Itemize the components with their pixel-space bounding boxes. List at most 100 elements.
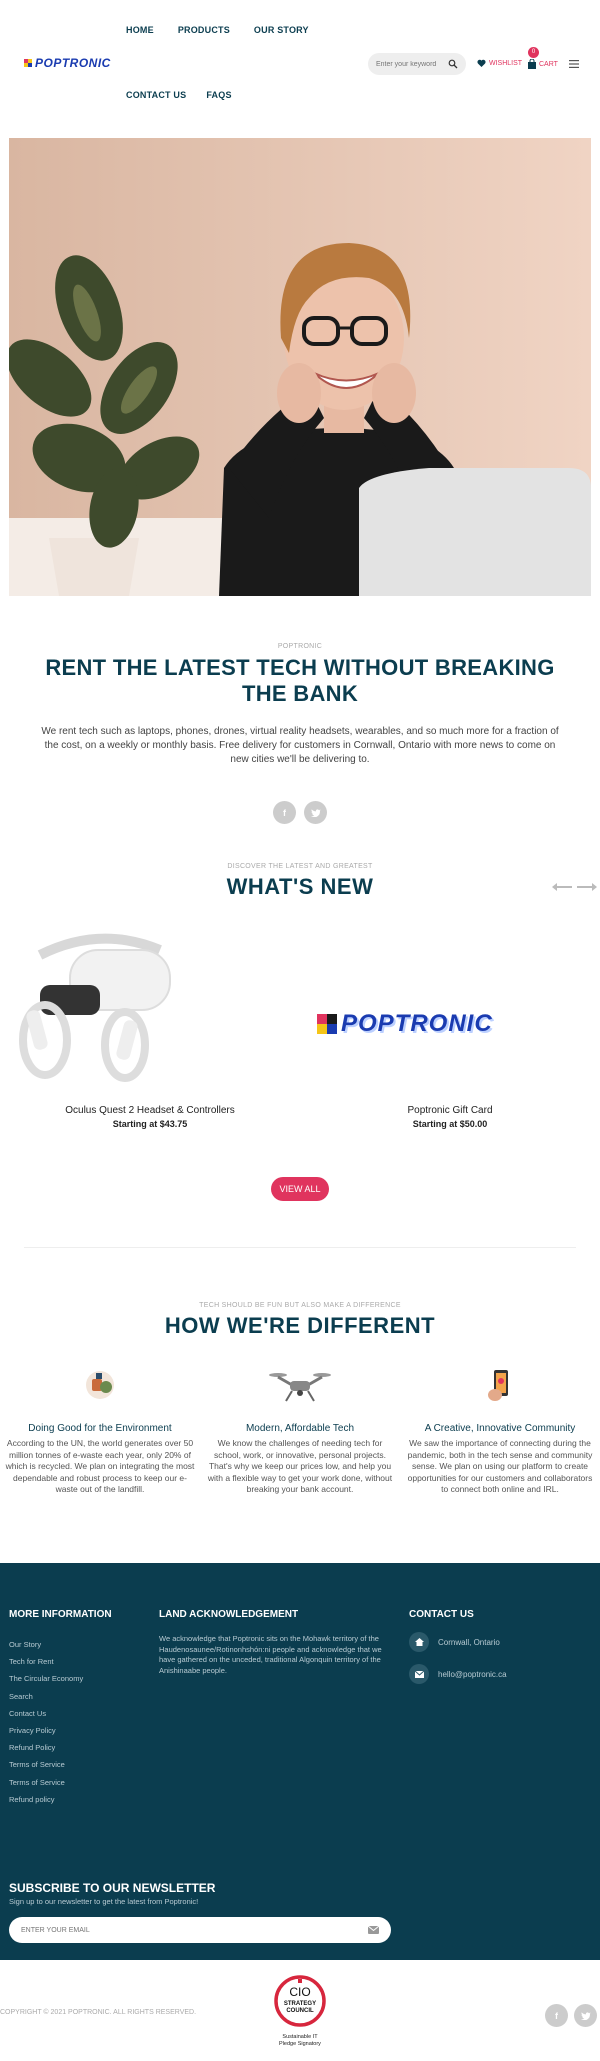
footer-col-title: MORE INFORMATION <box>9 1609 112 1620</box>
nav-faqs[interactable]: FAQS <box>206 90 231 100</box>
footer-link-tech-for-rent[interactable]: Tech for Rent <box>9 1653 112 1670</box>
newsletter-email-input[interactable] <box>21 1926 368 1934</box>
wishlist-link[interactable]: WISHLIST <box>477 59 522 67</box>
footer-link-our-story[interactable]: Our Story <box>9 1636 112 1653</box>
cio-caption-line: Sustainable IT <box>282 2034 318 2040</box>
facebook-icon[interactable]: f <box>545 2004 568 2027</box>
land-acknowledgement-text: We acknowledge that Poptronic sits on th… <box>159 1634 382 1675</box>
logo-mark-icon <box>317 1014 337 1034</box>
bottom-social-links: f <box>545 2004 597 2027</box>
nav-home[interactable]: HOME <box>126 25 154 35</box>
whats-new-section: DISCOVER THE LATEST AND GREATEST WHAT'S … <box>0 863 600 900</box>
wishlist-label: WISHLIST <box>489 59 523 67</box>
cart-label: CART <box>539 60 558 68</box>
cio-strategy-council-logo: CIO STRATEGY COUNCIL <box>274 1975 326 2027</box>
copyright-text: COPYRIGHT © 2021 POPTRONIC. ALL RIGHTS R… <box>0 2009 197 2016</box>
drone-illustration-icon <box>204 1365 396 1405</box>
newsletter-title: SUBSCRIBE TO OUR NEWSLETTER <box>9 1881 216 1895</box>
cart-link[interactable]: 0 CART <box>528 47 558 69</box>
footer-link-terms-of-service-2[interactable]: Terms of Service <box>9 1774 112 1791</box>
svg-text:STRATEGY: STRATEGY <box>284 2001 316 2007</box>
search-input[interactable] <box>376 60 446 68</box>
product-name[interactable]: Poptronic Gift Card <box>300 1105 600 1116</box>
feature-card: A Creative, Innovative Community We saw … <box>400 1365 600 1496</box>
recycle-illustration-icon <box>4 1365 196 1405</box>
cart-count-badge: 0 <box>528 47 539 58</box>
home-icon <box>409 1632 429 1652</box>
intro-section: POPTRONIC RENT THE LATEST TECH WITHOUT B… <box>0 643 600 824</box>
arrow-right-icon[interactable] <box>577 883 597 891</box>
feature-title: A Creative, Innovative Community <box>424 1423 576 1434</box>
newsletter-section: SUBSCRIBE TO OUR NEWSLETTER Sign up to o… <box>9 1881 215 1906</box>
footer-col-title: CONTACT US <box>409 1609 474 1620</box>
footer-col-title: LAND ACKNOWLEDGEMENT <box>159 1609 299 1620</box>
envelope-icon <box>409 1664 429 1684</box>
feature-text: We saw the importance of connecting duri… <box>407 1438 593 1494</box>
feature-card: Doing Good for the Environment According… <box>0 1365 200 1496</box>
nav-our-story[interactable]: OUR STORY <box>254 25 309 35</box>
page-title: RENT THE LATEST TECH WITHOUT BREAKING TH… <box>45 655 555 706</box>
section-divider <box>24 1247 576 1248</box>
intro-description: We rent tech such as laptops, phones, dr… <box>41 726 559 765</box>
product-image[interactable] <box>0 925 300 1095</box>
svg-text:CIO: CIO <box>289 1985 310 1999</box>
product-card[interactable]: POPTRONIC Poptronic Gift Card Starting a… <box>300 925 600 1129</box>
envelope-submit-icon[interactable] <box>368 1926 379 1934</box>
whats-new-title: WHAT'S NEW <box>226 874 374 899</box>
logo[interactable]: POPTRONIC <box>24 56 111 70</box>
contact-email-link[interactable]: hello@poptronic.ca <box>438 1670 507 1679</box>
cio-badge[interactable]: CIO STRATEGY COUNCIL Sustainable IT Pled… <box>269 1975 331 2048</box>
hero-photo <box>9 138 591 596</box>
feature-text: According to the UN, the world generates… <box>5 1438 195 1494</box>
vr-headset-image <box>19 933 171 1082</box>
product-card[interactable]: Oculus Quest 2 Headset & Controllers Sta… <box>0 925 300 1129</box>
intro-eyebrow: POPTRONIC <box>277 643 323 650</box>
features-row: Doing Good for the Environment According… <box>0 1365 600 1496</box>
cio-caption-line: Pledge Signatory <box>279 2041 321 2047</box>
bottom-bar: COPYRIGHT © 2021 POPTRONIC. ALL RIGHTS R… <box>0 1960 600 2061</box>
whats-new-eyebrow: DISCOVER THE LATEST AND GREATEST <box>227 863 373 870</box>
logo-text: POPTRONIC <box>35 56 111 70</box>
view-all-button[interactable]: VIEW ALL <box>271 1177 329 1201</box>
phone-illustration-icon <box>404 1365 596 1405</box>
facebook-icon[interactable]: f <box>273 801 296 824</box>
feature-text: We know the challenges of needing tech f… <box>207 1438 393 1494</box>
hero-image <box>9 138 591 596</box>
carousel-arrows <box>552 883 597 891</box>
arrow-left-icon[interactable] <box>552 883 572 891</box>
social-links: f <box>0 801 600 824</box>
heart-icon <box>477 59 486 67</box>
footer-link-privacy-policy[interactable]: Privacy Policy <box>9 1722 112 1739</box>
newsletter-subtitle: Sign up to our newsletter to get the lat… <box>9 1897 199 1906</box>
footer-link-terms-of-service[interactable]: Terms of Service <box>9 1756 112 1773</box>
footer-land-ack: LAND ACKNOWLEDGEMENT We acknowledge that… <box>159 1609 389 1676</box>
twitter-icon[interactable] <box>304 801 327 824</box>
product-price: Starting at $43.75 <box>112 1119 188 1129</box>
contact-location-text: Cornwall, Ontario <box>438 1637 500 1647</box>
svg-text:COUNCIL: COUNCIL <box>286 2008 314 2014</box>
contact-email: hello@poptronic.ca <box>409 1664 507 1684</box>
footer-link-refund-policy-2[interactable]: Refund policy <box>9 1791 112 1808</box>
footer-link-search[interactable]: Search <box>9 1688 112 1705</box>
footer-link-refund-policy[interactable]: Refund Policy <box>9 1739 112 1756</box>
footer-link-contact-us[interactable]: Contact Us <box>9 1705 112 1722</box>
product-image[interactable]: POPTRONIC <box>300 925 600 1095</box>
search-box <box>368 53 466 75</box>
search-icon[interactable] <box>448 59 458 69</box>
nav-products[interactable]: PRODUCTS <box>178 25 230 35</box>
product-price: Starting at $50.00 <box>412 1119 488 1129</box>
secondary-nav: CONTACT US FAQS <box>126 90 232 100</box>
footer-links: Our Story Tech for Rent The Circular Eco… <box>9 1636 112 1808</box>
main-nav: HOME PRODUCTS OUR STORY <box>126 25 309 35</box>
nav-contact-us[interactable]: CONTACT US <box>126 90 186 100</box>
gift-card-logo-text: POPTRONIC <box>341 1010 493 1037</box>
product-name[interactable]: Oculus Quest 2 Headset & Controllers <box>0 1105 300 1116</box>
hamburger-menu-icon[interactable] <box>569 60 579 68</box>
contact-location: Cornwall, Ontario <box>409 1632 507 1652</box>
site-footer: MORE INFORMATION Our Story Tech for Rent… <box>0 1563 600 1960</box>
different-title: HOW WE'RE DIFFERENT <box>164 1313 436 1338</box>
feature-card: Modern, Affordable Tech We know the chal… <box>200 1365 400 1496</box>
twitter-icon[interactable] <box>574 2004 597 2027</box>
footer-link-circular-economy[interactable]: The Circular Economy <box>9 1670 112 1687</box>
gift-card-logo: POPTRONIC <box>317 1010 493 1038</box>
